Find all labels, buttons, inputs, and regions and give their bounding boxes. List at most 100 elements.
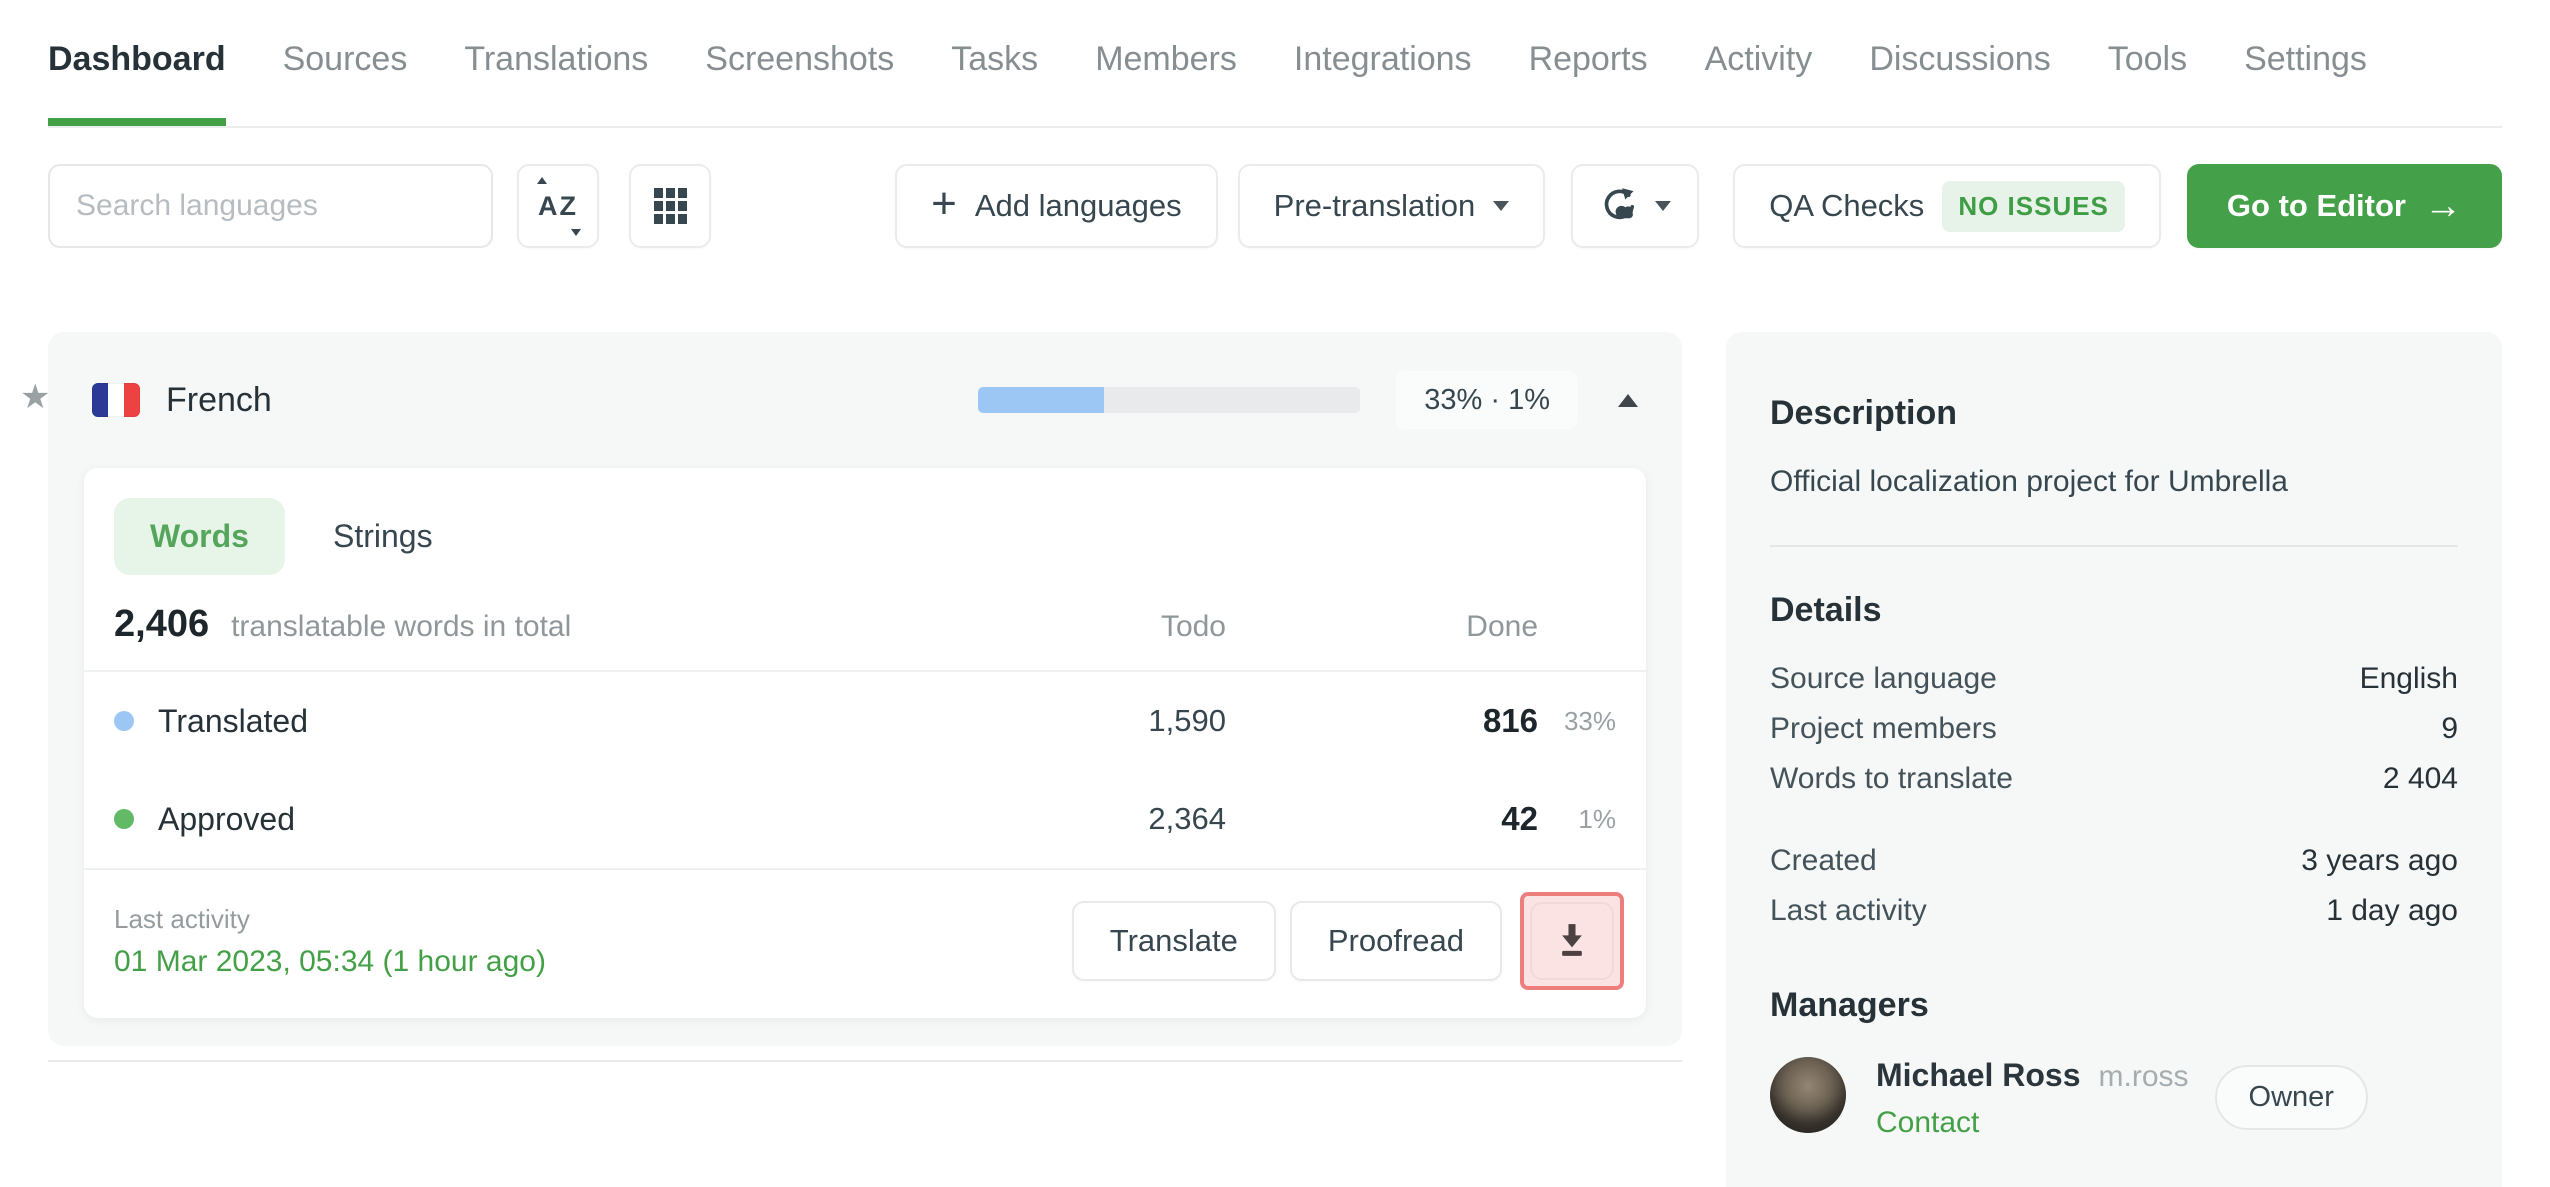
detail-label: Project members bbox=[1770, 712, 1997, 745]
pre-translation-button[interactable]: Pre-translation bbox=[1237, 164, 1546, 248]
search-languages-input[interactable] bbox=[48, 164, 493, 248]
project-dashboard-page: Dashboard Sources Translations Screensho… bbox=[0, 0, 2550, 1187]
translated-dot-icon bbox=[114, 711, 134, 731]
go-to-editor-label: Go to Editor bbox=[2226, 188, 2406, 223]
chevron-down-icon bbox=[1655, 201, 1672, 211]
card-footer: Last activity 01 Mar 2023, 05:34 (1 hour… bbox=[84, 870, 1646, 1018]
last-activity-label: Last activity bbox=[114, 903, 250, 934]
download-icon bbox=[1562, 924, 1582, 956]
approved-done-value: 42 bbox=[1501, 800, 1538, 837]
tab-tasks[interactable]: Tasks bbox=[951, 0, 1038, 126]
detail-label: Words to translate bbox=[1770, 762, 2013, 795]
stats-tabs: Words Strings bbox=[84, 468, 1646, 575]
translated-done-value: 816 bbox=[1482, 702, 1538, 739]
tab-sources[interactable]: Sources bbox=[283, 0, 408, 126]
favorite-star-icon[interactable]: ★ bbox=[20, 380, 50, 414]
tab-discussions[interactable]: Discussions bbox=[1869, 0, 2050, 126]
detail-row-words-to-translate: Words to translate 2 404 bbox=[1770, 762, 2458, 796]
qa-status-badge: NO ISSUES bbox=[1942, 180, 2125, 232]
approved-todo-value: 2,364 bbox=[1148, 801, 1226, 836]
go-to-editor-button[interactable]: Go to Editor → bbox=[2186, 164, 2502, 248]
approved-dot-icon bbox=[114, 809, 134, 829]
tab-integrations[interactable]: Integrations bbox=[1294, 0, 1472, 126]
tab-dashboard[interactable]: Dashboard bbox=[48, 0, 226, 126]
divider bbox=[1770, 545, 2458, 547]
managers-title: Managers bbox=[1770, 986, 1929, 1024]
column-header-done: Done bbox=[1466, 610, 1538, 643]
detail-value: English bbox=[2359, 662, 2458, 695]
detail-label: Source language bbox=[1770, 662, 1997, 695]
qa-checks-label: QA Checks bbox=[1769, 188, 1925, 223]
pre-translation-label: Pre-translation bbox=[1273, 188, 1476, 223]
progress-percent-badge: 33% · 1% bbox=[1396, 371, 1578, 429]
top-nav: Dashboard Sources Translations Screensho… bbox=[48, 0, 2502, 128]
plus-icon: + bbox=[931, 179, 957, 228]
proofread-button[interactable]: Proofread bbox=[1289, 901, 1502, 981]
language-card-french: French 33% · 1% Words Strings 2,406 tran… bbox=[48, 332, 1682, 1046]
main-content: ★ French 33% · 1% Words Strings 2,406 tr… bbox=[20, 332, 2502, 1187]
row-label: Approved bbox=[158, 800, 295, 837]
collapse-chevron-icon[interactable] bbox=[1618, 393, 1638, 407]
tab-members[interactable]: Members bbox=[1095, 0, 1237, 126]
detail-value: 2 404 bbox=[2382, 762, 2458, 795]
translation-progress-bar bbox=[978, 387, 1361, 413]
translated-todo-value: 1,590 bbox=[1148, 703, 1226, 738]
download-button[interactable] bbox=[1530, 902, 1614, 980]
tab-translations[interactable]: Translations bbox=[464, 0, 648, 126]
machine-translation-button[interactable] bbox=[1571, 164, 1700, 248]
detail-row-source-language: Source language English bbox=[1770, 662, 2458, 696]
table-row-translated: Translated 1,590 816 33% bbox=[84, 672, 1646, 770]
detail-row-last-activity: Last activity 1 day ago bbox=[1770, 894, 2458, 928]
language-card-header[interactable]: French 33% · 1% bbox=[48, 332, 1682, 468]
arrow-right-icon: → bbox=[2424, 185, 2462, 227]
description-title: Description bbox=[1770, 394, 1958, 432]
owner-role-badge: Owner bbox=[2214, 1065, 2368, 1130]
detail-value: 1 day ago bbox=[2326, 894, 2458, 927]
project-info-sidebar: Description Official localization projec… bbox=[1726, 332, 2502, 1187]
tab-strings[interactable]: Strings bbox=[333, 498, 433, 575]
row-label: Translated bbox=[158, 702, 308, 739]
detail-row-created: Created 3 years ago bbox=[1770, 844, 2458, 878]
tab-screenshots[interactable]: Screenshots bbox=[705, 0, 894, 126]
language-list: ★ French 33% · 1% Words Strings 2,406 tr… bbox=[20, 332, 1682, 1062]
sort-alphabetically-icon: AZ bbox=[534, 176, 582, 236]
language-stats-card: Words Strings 2,406 translatable words i… bbox=[84, 468, 1646, 1018]
last-activity-link[interactable]: 01 Mar 2023, 05:34 (1 hour ago) bbox=[114, 945, 546, 979]
view-mode-button[interactable] bbox=[629, 164, 711, 248]
manager-username: m.ross bbox=[2098, 1060, 2189, 1093]
tab-activity[interactable]: Activity bbox=[1705, 0, 1813, 126]
manager-list-item: Michael Ross m.ross Contact Owner bbox=[1770, 1057, 2458, 1140]
approved-percent-value: 1% bbox=[1578, 803, 1616, 834]
tab-reports[interactable]: Reports bbox=[1529, 0, 1648, 126]
tab-words[interactable]: Words bbox=[114, 498, 285, 575]
cloud-sync-icon bbox=[1604, 188, 1635, 220]
table-row-approved: Approved 2,364 42 1% bbox=[84, 770, 1646, 868]
chevron-down-icon bbox=[1493, 201, 1510, 211]
avatar bbox=[1770, 1057, 1846, 1133]
description-text: Official localization project for Umbrel… bbox=[1770, 465, 2288, 498]
download-highlight-annotation bbox=[1520, 892, 1624, 990]
add-languages-button[interactable]: + Add languages bbox=[895, 164, 1218, 248]
grid-view-icon bbox=[653, 188, 687, 224]
detail-value: 9 bbox=[2441, 712, 2458, 745]
managers-section: Managers Michael Ross m.ross Contact Own… bbox=[1770, 986, 2458, 1140]
language-name: French bbox=[166, 380, 272, 419]
stats-header-row: 2,406 translatable words in total Todo D… bbox=[84, 575, 1646, 670]
column-header-todo: Todo bbox=[1160, 610, 1226, 643]
translate-button[interactable]: Translate bbox=[1071, 901, 1276, 981]
details-title: Details bbox=[1770, 591, 1882, 629]
tab-tools[interactable]: Tools bbox=[2108, 0, 2187, 126]
qa-checks-button[interactable]: QA Checks NO ISSUES bbox=[1733, 164, 2161, 248]
total-words-value: 2,406 bbox=[114, 603, 210, 645]
tab-settings[interactable]: Settings bbox=[2244, 0, 2367, 126]
translated-percent-value: 33% bbox=[1563, 705, 1616, 736]
divider bbox=[48, 1060, 1682, 1062]
sort-languages-button[interactable]: AZ bbox=[517, 164, 599, 248]
detail-value: 3 years ago bbox=[2301, 844, 2458, 877]
add-languages-label: Add languages bbox=[974, 188, 1182, 223]
languages-toolbar: AZ + Add languages Pre-translation QA Ch… bbox=[48, 164, 2502, 248]
manager-name: Michael Ross bbox=[1876, 1057, 2081, 1093]
detail-label: Created bbox=[1770, 844, 1877, 877]
progress-fill bbox=[978, 387, 1105, 413]
contact-link[interactable]: Contact bbox=[1876, 1106, 2189, 1140]
